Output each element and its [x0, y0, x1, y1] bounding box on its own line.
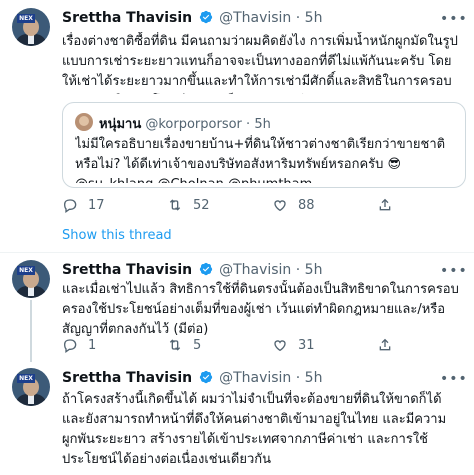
share-icon — [379, 338, 391, 351]
like-button[interactable]: 88 — [272, 197, 315, 213]
author-name[interactable]: Srettha Thavisin — [62, 262, 192, 278]
reply-button[interactable]: 1 — [62, 337, 96, 353]
more-options-icon[interactable]: ••• — [440, 12, 467, 30]
separator-dot: · — [246, 117, 251, 132]
share-button[interactable] — [377, 197, 393, 213]
reply-icon — [63, 199, 77, 213]
tweet-text: และเมื่อเช่าไปแล้ว สิทธิการใช้ที่ดินตรงน… — [62, 282, 459, 337]
timestamp[interactable]: 5h — [305, 10, 323, 26]
heart-icon — [274, 200, 286, 212]
tweet-header: Srettha Thavisin @Thavisin · 5h — [62, 10, 322, 26]
share-button[interactable] — [377, 337, 393, 353]
quoted-author-name: หนุ่มาน — [99, 117, 142, 132]
author-name[interactable]: Srettha Thavisin — [62, 10, 192, 26]
like-count: 31 — [298, 337, 315, 353]
verified-badge-icon — [199, 262, 212, 276]
tweet-2[interactable]: NEX Srettha Thavisin @Thavisin · 5h ••• … — [0, 252, 474, 364]
tweet-text: ถ้าโครงสร้างนี้เกิดขึ้นได้ ผมว่าไม่จำเป็… — [62, 392, 447, 467]
quoted-timestamp: 5h — [254, 117, 271, 132]
author-handle[interactable]: @Thavisin — [219, 10, 291, 26]
reply-count: 1 — [88, 337, 97, 353]
quoted-author-handle: @korporporsor — [145, 117, 242, 132]
verified-badge-icon — [199, 10, 212, 24]
action-bar: 17 52 88 — [62, 197, 462, 217]
like-button[interactable]: 31 — [272, 337, 315, 353]
reply-icon — [63, 339, 77, 353]
separator-dot: · — [295, 370, 301, 386]
retweet-icon — [169, 199, 181, 211]
author-handle[interactable]: @Thavisin — [219, 370, 291, 386]
retweet-button[interactable]: 52 — [167, 197, 210, 213]
reply-button[interactable]: 17 — [62, 197, 105, 213]
retweet-count: 5 — [193, 337, 202, 353]
avatar[interactable]: NEX — [12, 8, 50, 46]
share-icon — [379, 198, 391, 211]
reply-count: 17 — [88, 197, 105, 213]
quoted-tweet[interactable]: หนุ่มาน @korporporsor · 5h ไม่มีใครอธิบา… — [62, 102, 466, 188]
action-bar: 1 5 31 — [62, 337, 462, 357]
retweet-icon — [169, 339, 181, 351]
quoted-header: หนุ่มาน @korporporsor · 5h — [99, 113, 271, 134]
tweet-3[interactable]: NEX Srettha Thavisin @Thavisin · 5h ••• … — [0, 364, 474, 475]
timestamp[interactable]: 5h — [305, 370, 323, 386]
separator-dot: · — [295, 10, 301, 26]
author-handle[interactable]: @Thavisin — [219, 262, 291, 278]
timestamp[interactable]: 5h — [305, 262, 323, 278]
tweet-header: Srettha Thavisin @Thavisin · 5h — [62, 370, 322, 386]
separator-dot: · — [295, 262, 301, 278]
retweet-button[interactable]: 5 — [167, 337, 201, 353]
tweet-1[interactable]: NEX Srettha Thavisin @Thavisin · 5h ••• … — [0, 0, 474, 222]
verified-badge-icon — [199, 370, 212, 384]
heart-icon — [274, 340, 286, 352]
quoted-avatar — [75, 113, 93, 131]
avatar[interactable]: NEX — [12, 368, 50, 406]
show-thread-link[interactable]: Show this thread — [62, 228, 172, 243]
retweet-count: 52 — [193, 197, 210, 213]
more-options-icon[interactable]: ••• — [440, 372, 467, 390]
like-count: 88 — [298, 197, 315, 213]
tweet-header: Srettha Thavisin @Thavisin · 5h — [62, 262, 322, 278]
tweet-text: เรื่องต่างชาติซื้อที่ดิน มีคนถามว่าผมคิด… — [62, 34, 458, 89]
quoted-text: ไม่มีใครอธิบายเรื่องขายบ้าน+ที่ดินให้ชาว… — [75, 137, 446, 183]
avatar[interactable]: NEX — [12, 260, 50, 298]
author-name[interactable]: Srettha Thavisin — [62, 370, 192, 386]
